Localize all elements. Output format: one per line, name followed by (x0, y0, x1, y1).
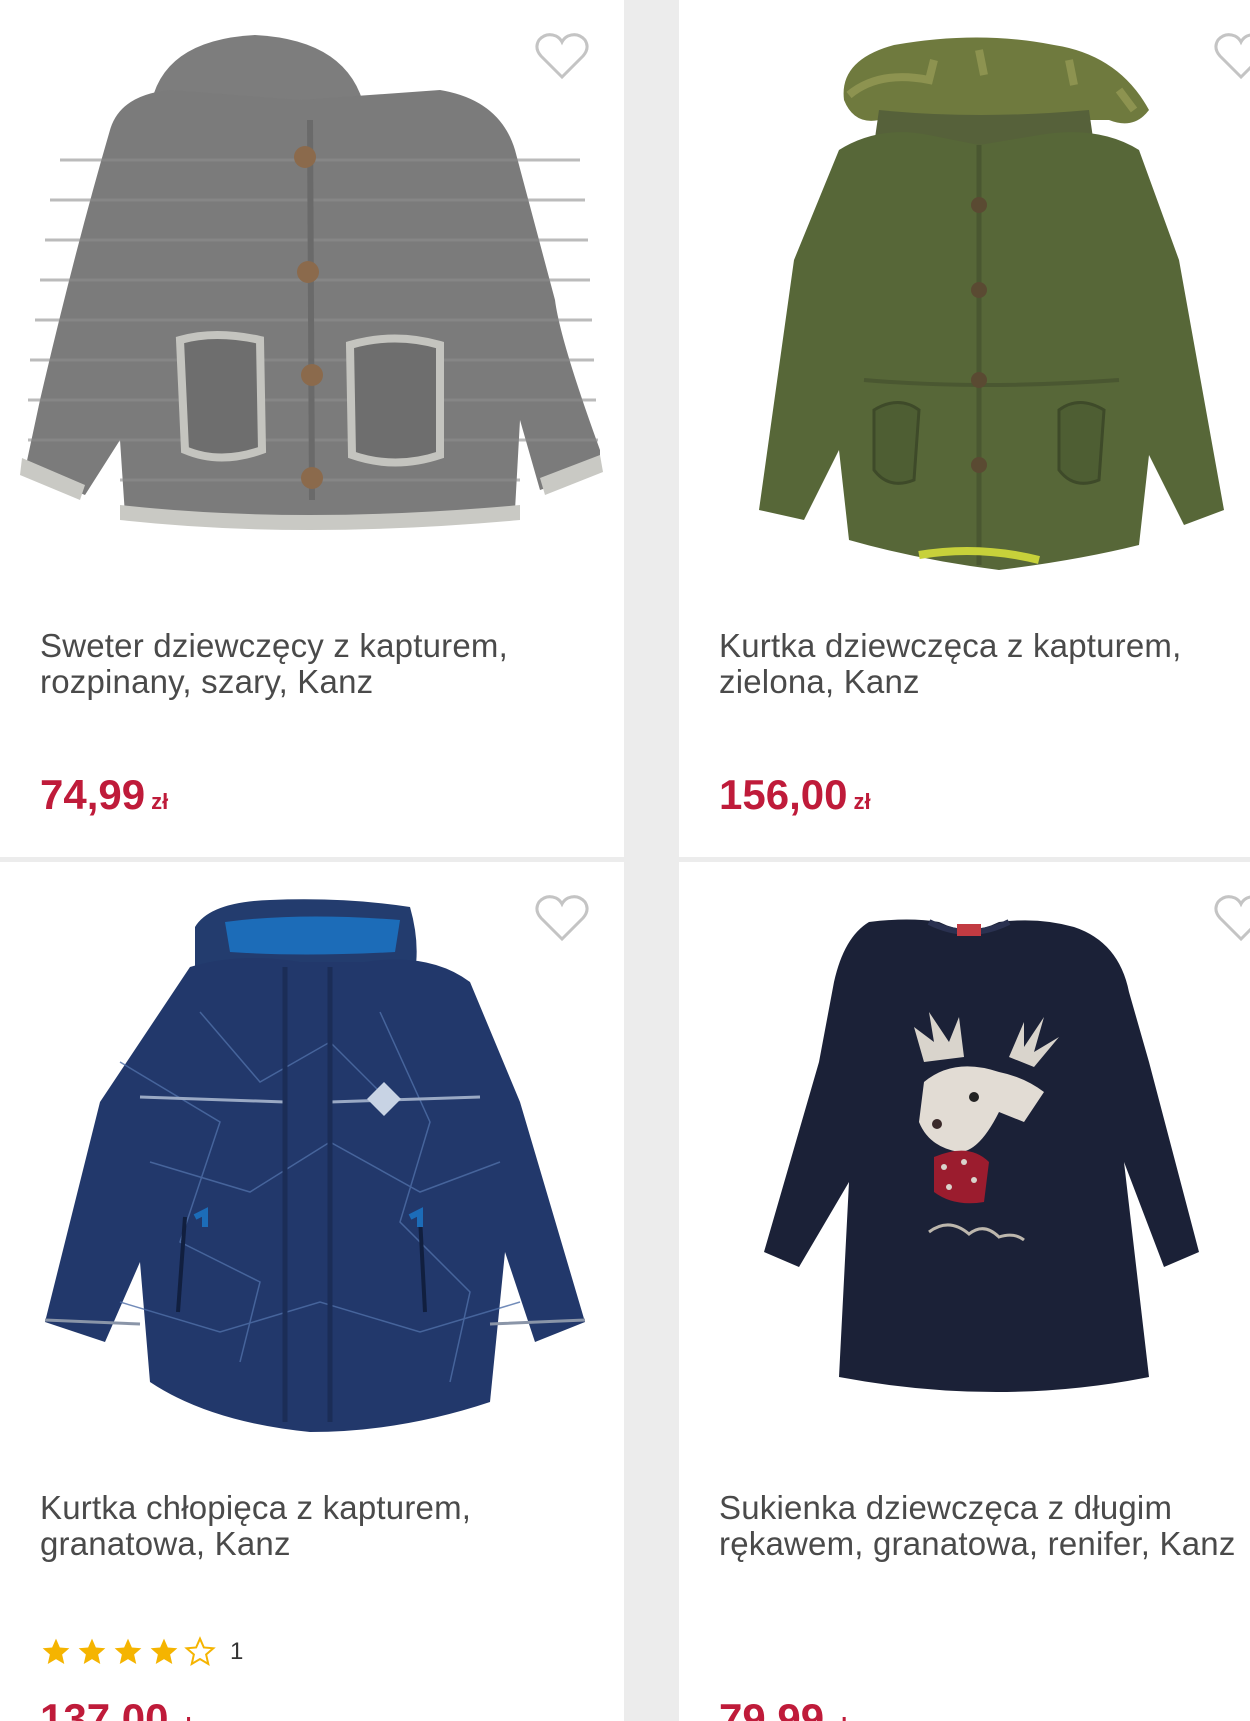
price-currency: zł (830, 1713, 847, 1721)
product-title-line[interactable]: Sukienka dziewczęca z długim (719, 1490, 1249, 1526)
product-image-reindeer-dress[interactable] (679, 862, 1250, 1462)
product-title[interactable]: Sukienka dziewczęca z długim rękawem, gr… (719, 1490, 1249, 1562)
heart-outline-icon[interactable] (1213, 892, 1250, 944)
price-value: 156,00 (719, 771, 848, 818)
product-card[interactable]: Kurtka chłopięca z kapturem, granatowa, … (0, 862, 624, 1721)
star-filled-icon (150, 1638, 178, 1664)
price-value: 79,99 (719, 1695, 825, 1721)
product-title-line[interactable]: Kurtka dziewczęca z kapturem, (719, 628, 1249, 664)
price-currency: zł (853, 789, 871, 814)
price-value: 137,00 (40, 1695, 169, 1721)
product-grid: Sweter dziewczęcy z kapturem, rozpinany,… (0, 0, 1250, 1721)
product-title-line[interactable]: Sweter dziewczęcy z kapturem, (40, 628, 600, 664)
product-title-line[interactable]: rękawem, granatowa, renifer, Kanz (719, 1526, 1249, 1562)
price-value: 74,99 (40, 771, 146, 818)
product-card[interactable]: Sweter dziewczęcy z kapturem, rozpinany,… (0, 0, 624, 857)
price-currency: zł (151, 789, 169, 814)
product-card[interactable]: Sukienka dziewczęca z długim rękawem, gr… (679, 862, 1250, 1721)
product-title-line[interactable]: Kurtka chłopięca z kapturem, (40, 1490, 600, 1526)
rating-stars[interactable]: 1 (40, 1634, 243, 1670)
star-filled-icon (114, 1638, 142, 1664)
product-image-navy-jacket[interactable] (0, 862, 624, 1462)
product-price: 156,00 zł (719, 770, 871, 827)
product-price: 74,99 zł (40, 770, 168, 827)
rating-count: 1 (230, 1638, 244, 1665)
star-filled-icon (78, 1638, 106, 1664)
product-title-line[interactable]: zielona, Kanz (719, 664, 1249, 700)
product-image-grey-cardigan[interactable] (0, 0, 624, 600)
product-title-line[interactable]: rozpinany, szary, Kanz (40, 664, 600, 700)
heart-outline-icon[interactable] (1213, 30, 1250, 82)
product-image-green-parka[interactable] (679, 0, 1250, 600)
heart-outline-icon[interactable] (534, 30, 590, 82)
product-title[interactable]: Sweter dziewczęcy z kapturem, rozpinany,… (40, 628, 600, 700)
product-price: 137,00 zł (40, 1694, 192, 1721)
product-card[interactable]: Kurtka dziewczęca z kapturem, zielona, K… (679, 0, 1250, 857)
star-outline-icon (184, 1636, 216, 1667)
heart-outline-icon[interactable] (534, 892, 590, 944)
star-filled-icon (42, 1638, 70, 1664)
product-title[interactable]: Kurtka chłopięca z kapturem, granatowa, … (40, 1490, 600, 1562)
product-title-line[interactable]: granatowa, Kanz (40, 1526, 600, 1562)
product-price: 79,99 zł (719, 1694, 847, 1721)
price-currency: zł (174, 1713, 191, 1721)
product-title[interactable]: Kurtka dziewczęca z kapturem, zielona, K… (719, 628, 1249, 700)
